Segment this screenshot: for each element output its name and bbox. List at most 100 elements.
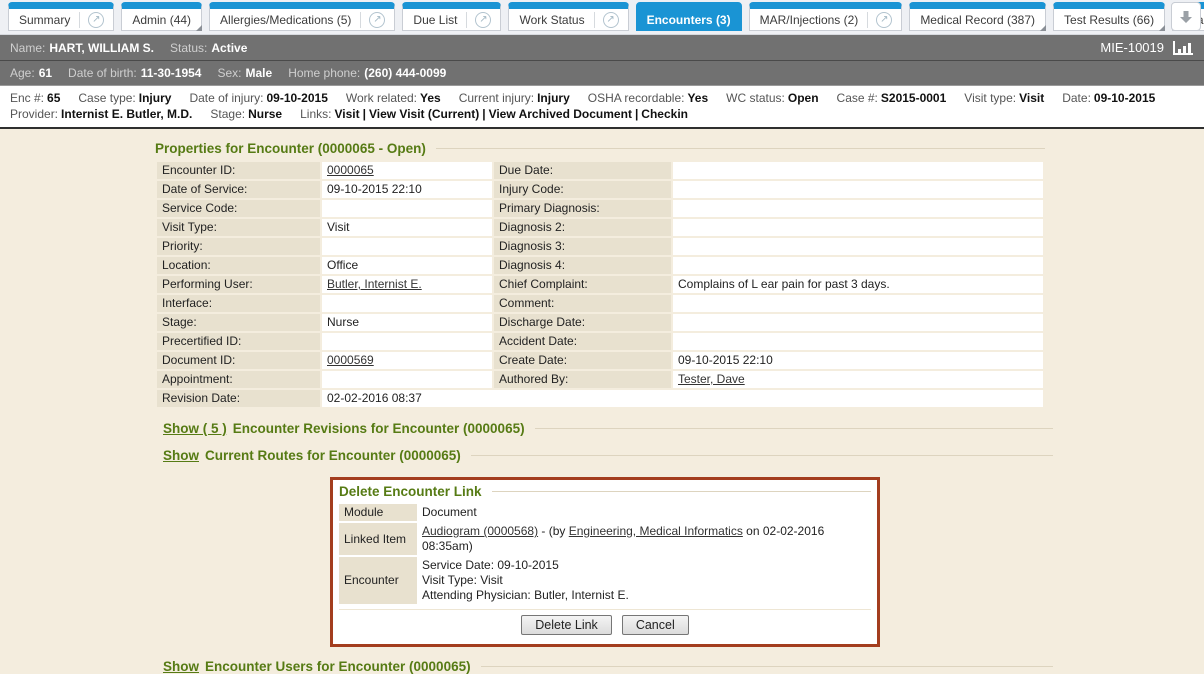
cancel-button[interactable]: Cancel <box>622 615 689 635</box>
tab-label: Allergies/Medications (5) <box>219 13 352 27</box>
property-value-link[interactable]: 0000065 <box>327 163 374 177</box>
tab-summary[interactable]: Summary↗ <box>8 2 114 31</box>
property-value <box>673 162 1043 179</box>
header-field: Age:61 <box>10 66 52 80</box>
tab-test-results-66[interactable]: Test Results (66) <box>1053 2 1165 31</box>
property-label: Due Date: <box>494 162 671 179</box>
field-label: Date: <box>1062 91 1091 105</box>
show-revisions-link[interactable]: Show ( 5 ) <box>163 421 227 436</box>
table-row: Interface: Comment: <box>157 295 1043 312</box>
encounter-link-view-visit-current[interactable]: View Visit (Current) <box>369 107 479 121</box>
tab-medical-record-387[interactable]: Medical Record (387) <box>909 2 1046 31</box>
tab-overflow-button[interactable] <box>1171 2 1201 31</box>
property-value: Visit <box>322 219 492 236</box>
linked-item-mid-text: - (by <box>538 524 569 538</box>
external-link-icon[interactable]: ↗ <box>369 12 385 28</box>
property-value: Tester, Dave <box>673 371 1043 388</box>
field-label: Age: <box>10 66 35 80</box>
patient-id: MIE-10019 <box>1100 40 1164 55</box>
external-link-icon-wrap: ↗ <box>466 12 491 28</box>
tab-due-list[interactable]: Due List ↗ <box>402 2 501 31</box>
encounter-field: Work related:Yes <box>346 90 441 106</box>
property-value-link[interactable]: Tester, Dave <box>678 372 745 386</box>
delete-box-table: Module Document Linked Item Audiogram (0… <box>339 502 871 606</box>
property-value-link[interactable]: 0000569 <box>327 353 374 367</box>
routes-title: Current Routes for Encounter (0000065) <box>205 448 461 463</box>
external-link-icon-wrap: ↗ <box>79 12 104 28</box>
link-separator: | <box>479 107 488 121</box>
encounter-properties-table: Encounter ID:0000065Due Date: Date of Se… <box>155 160 1045 409</box>
patient-header-bar: Name:HART, WILLIAM S.Status:Active MIE-1… <box>0 35 1204 60</box>
property-label: Chief Complaint: <box>494 276 671 293</box>
field-value: Male <box>246 66 273 80</box>
property-label: Comment: <box>494 295 671 312</box>
tab-mar-injections-2[interactable]: MAR/Injections (2)↗ <box>749 2 903 31</box>
field-value: Yes <box>687 91 708 105</box>
tab-work-status[interactable]: Work Status↗ <box>508 2 628 31</box>
property-label: Injury Code: <box>494 181 671 198</box>
tab-label: Admin (44) <box>131 13 192 27</box>
external-link-icon[interactable]: ↗ <box>876 12 892 28</box>
header-field: Name:HART, WILLIAM S. <box>10 41 154 55</box>
link-separator: | <box>632 107 641 121</box>
encounter-link-visit[interactable]: Visit <box>334 107 359 121</box>
property-label: Diagnosis 4: <box>494 257 671 274</box>
show-users-link[interactable]: Show <box>163 659 199 674</box>
field-value: Internist E. Butler, M.D. <box>61 107 192 121</box>
table-row: Date of Service:09-10-2015 22:10Injury C… <box>157 181 1043 198</box>
property-value: 02-02-2016 08:37 <box>322 390 1043 407</box>
field-label: Visit type: <box>964 91 1016 105</box>
section-revisions: Show ( 5 ) Encounter Revisions for Encou… <box>163 421 1053 436</box>
encounter-field: WC status:Open <box>726 90 818 106</box>
table-row: Visit Type:VisitDiagnosis 2: <box>157 219 1043 236</box>
show-routes-link[interactable]: Show <box>163 448 199 463</box>
header-field: Sex:Male <box>217 66 272 80</box>
properties-heading: Properties for Encounter (0000065 - Open… <box>155 141 1045 156</box>
chart-icon[interactable] <box>1172 40 1194 56</box>
down-arrow-icon <box>1178 9 1194 25</box>
demographics-fields: Age:61Date of birth:11-30-1954Sex:MaleHo… <box>10 66 1194 80</box>
external-link-icon-wrap: ↗ <box>867 12 892 28</box>
tab-allergies-medications-5[interactable]: Allergies/Medications (5) ↗ <box>209 2 395 31</box>
delete-box-heading: Delete Encounter Link <box>339 484 871 499</box>
property-value: 0000065 <box>322 162 492 179</box>
table-row: Performing User:Butler, Internist E.Chie… <box>157 276 1043 293</box>
tab-admin-44[interactable]: Admin (44) <box>121 2 202 31</box>
delete-box-title: Delete Encounter Link <box>339 484 482 499</box>
encounter-summary-line: Attending Physician: Butler, Internist E… <box>422 588 866 603</box>
property-label: Primary Diagnosis: <box>494 200 671 217</box>
encounter-link-view-archived-document[interactable]: View Archived Document <box>489 107 632 121</box>
property-value <box>673 219 1043 236</box>
delete-encounter-link-box: Delete Encounter Link Module Document Li… <box>330 477 880 647</box>
property-value: 09-10-2015 22:10 <box>322 181 492 198</box>
dropdown-corner-icon <box>1040 25 1046 31</box>
linked-item-author-link[interactable]: Engineering, Medical Informatics <box>569 524 743 538</box>
external-link-icon[interactable]: ↗ <box>603 12 619 28</box>
heading-rule <box>481 666 1053 667</box>
heading-rule <box>436 148 1045 149</box>
field-value: S2015-0001 <box>881 91 946 105</box>
field-label: Links: <box>300 107 331 121</box>
property-label: Interface: <box>157 295 320 312</box>
table-row: Encounter ID:0000065Due Date: <box>157 162 1043 179</box>
delete-link-button[interactable]: Delete Link <box>521 615 612 635</box>
table-row: Module Document <box>339 504 871 521</box>
linked-item-document-link[interactable]: Audiogram (0000568) <box>422 524 538 538</box>
property-value <box>322 295 492 312</box>
tab-bar: Summary↗ Admin (44) Allergies/Medications … <box>0 0 1204 35</box>
external-link-icon[interactable]: ↗ <box>475 12 491 28</box>
field-label: WC status: <box>726 91 785 105</box>
property-label: Visit Type: <box>157 219 320 236</box>
encounter-link-checkin[interactable]: Checkin <box>641 107 688 121</box>
tab-encounters-3[interactable]: Encounters (3) <box>636 2 742 31</box>
encounter-info-row1: Enc #:65Case type:InjuryDate of injury:0… <box>10 90 1194 106</box>
heading-rule <box>492 491 871 492</box>
external-link-icon[interactable]: ↗ <box>88 12 104 28</box>
property-value-link[interactable]: Butler, Internist E. <box>327 277 422 291</box>
property-label: Precertified ID: <box>157 333 320 350</box>
dropdown-corner-icon <box>1159 25 1165 31</box>
field-label: Case #: <box>837 91 878 105</box>
field-label: Home phone: <box>288 66 360 80</box>
link-separator: | <box>360 107 369 121</box>
tab-label: Due List <box>412 13 458 27</box>
